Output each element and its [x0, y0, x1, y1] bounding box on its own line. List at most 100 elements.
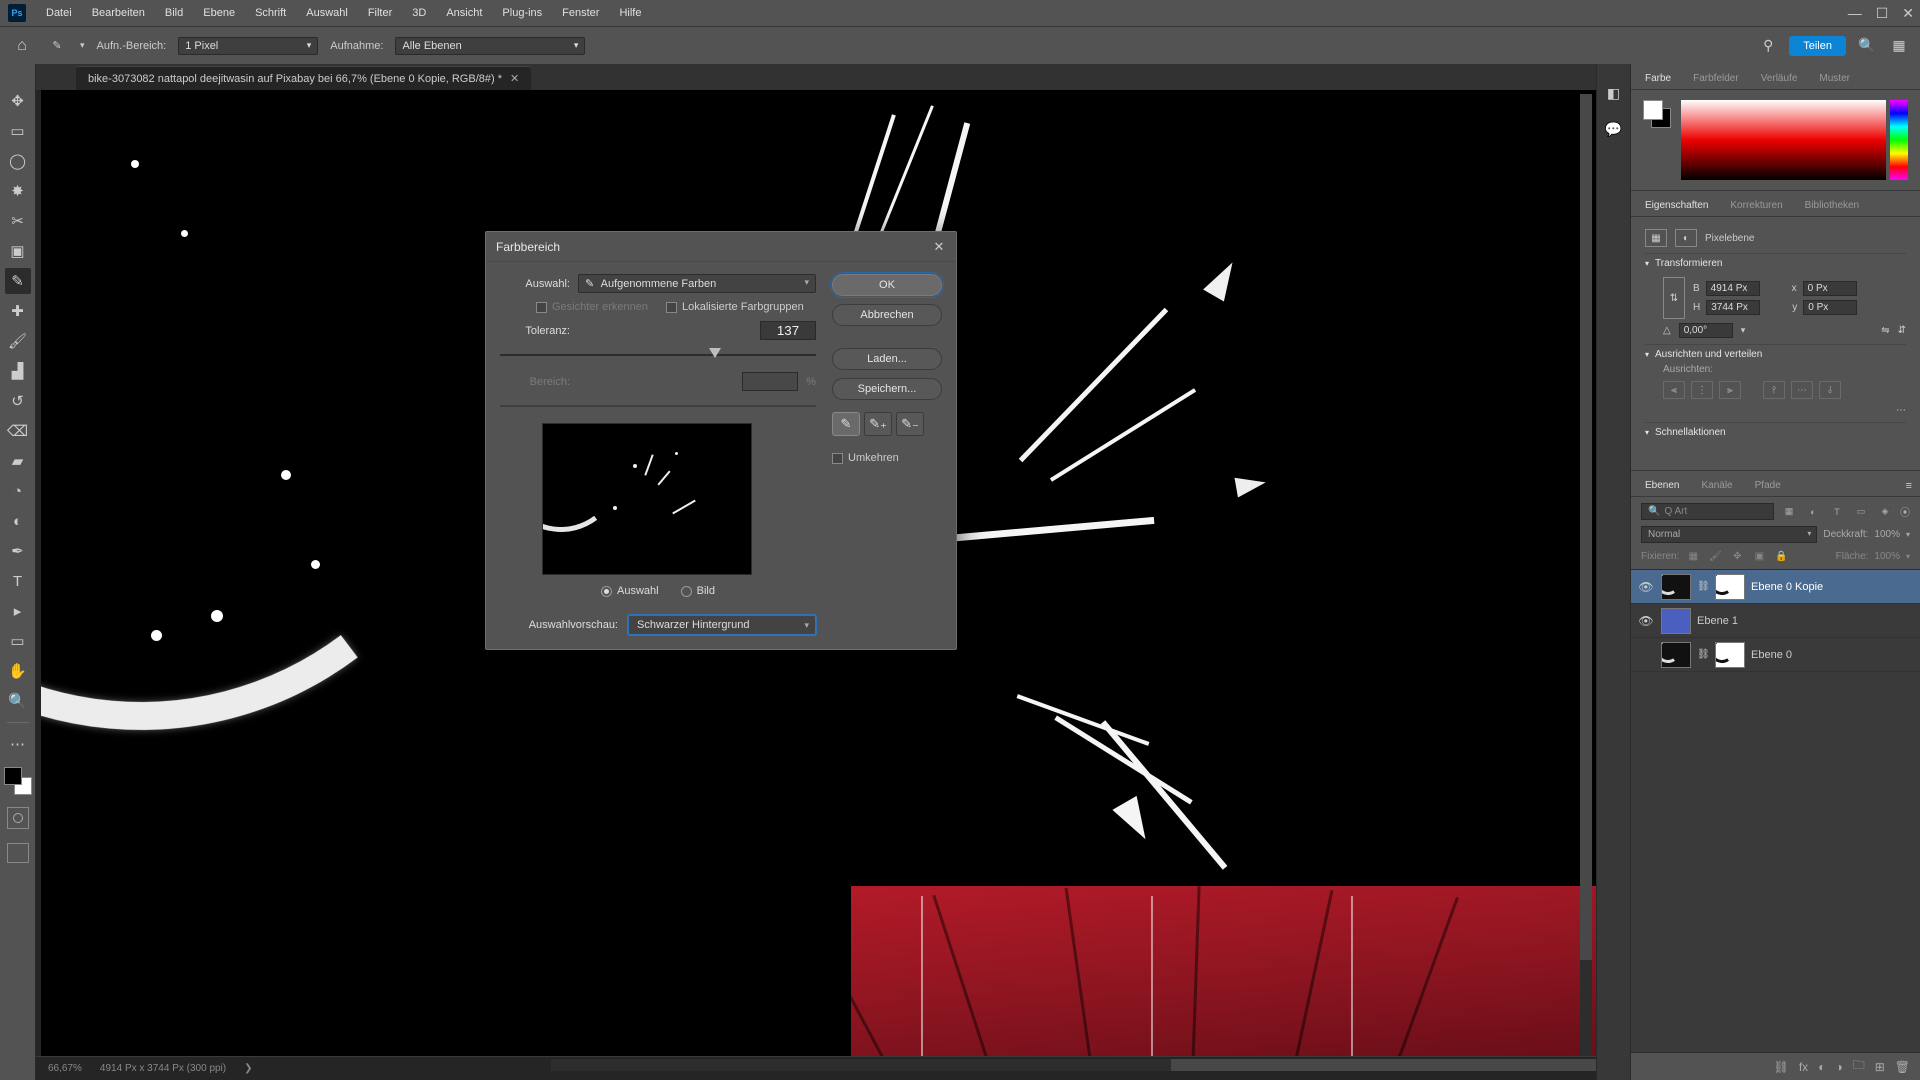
layer-mask-thumbnail[interactable] [1715, 642, 1745, 668]
link-wh-icon[interactable]: ⇅ [1663, 277, 1685, 319]
quick-select-tool-icon[interactable]: ✸ [5, 178, 31, 204]
sample-size-dropdown[interactable]: 1 Pixel [178, 37, 318, 55]
fuzziness-input[interactable] [760, 321, 816, 340]
height-input[interactable]: 3744 Px [1706, 300, 1760, 315]
marquee-tool-icon[interactable]: ▭ [5, 118, 31, 144]
lock-pixels-icon[interactable]: 🖌 [1707, 549, 1723, 563]
menu-filter[interactable]: Filter [360, 3, 400, 23]
localized-colors-checkbox[interactable]: Lokalisierte Farbgruppen [666, 301, 804, 313]
visibility-icon[interactable]: 👁 [1637, 614, 1655, 628]
select-dropdown[interactable]: ✎ Aufgenommene Farben [578, 274, 816, 293]
eyedropper-icon[interactable]: ✎ [832, 412, 860, 436]
align-section-header[interactable]: ▾ Ausrichten und verteilen [1645, 344, 1906, 364]
filter-adjust-icon[interactable]: ◐ [1804, 504, 1822, 520]
fill-dropdown-icon[interactable]: ▾ [1906, 552, 1910, 561]
panel-menu-icon[interactable]: ≡ [1898, 476, 1920, 496]
close-window-icon[interactable]: ✕ [1902, 5, 1914, 22]
cancel-button[interactable]: Abbrechen [832, 304, 942, 326]
filter-smart-icon[interactable]: ◈ [1876, 504, 1894, 520]
hand-tool-icon[interactable]: ✋ [5, 658, 31, 684]
filter-shape-icon[interactable]: ▭ [1852, 504, 1870, 520]
brush-tool-icon[interactable]: 🖌 [5, 328, 31, 354]
home-icon[interactable]: ⌂ [10, 34, 34, 58]
filter-toggle-icon[interactable]: ⦿ [1900, 504, 1910, 519]
foreground-color[interactable] [4, 767, 22, 785]
eraser-tool-icon[interactable]: ⌫ [5, 418, 31, 444]
invert-checkbox[interactable]: Umkehren [832, 452, 942, 464]
color-swatches[interactable] [1643, 100, 1671, 128]
collapsed-panel-icon-2[interactable]: 💬 [1603, 118, 1625, 140]
flip-horizontal-icon[interactable]: ⇋ [1881, 325, 1889, 336]
tab-kanaele[interactable]: Kanäle [1691, 475, 1742, 496]
eyedropper-subtract-icon[interactable]: ✎₋ [896, 412, 924, 436]
tab-ebenen[interactable]: Ebenen [1635, 475, 1689, 496]
new-layer-icon[interactable]: ⊞ [1875, 1060, 1885, 1074]
more-options-icon[interactable]: ⋯ [1896, 405, 1906, 416]
color-picker[interactable] [1681, 100, 1886, 180]
filter-type-icon[interactable]: T [1828, 504, 1846, 520]
fg-bg-color-swatch[interactable] [4, 767, 32, 795]
crop-tool-icon[interactable]: ✂ [5, 208, 31, 234]
menu-ansicht[interactable]: Ansicht [438, 3, 490, 23]
tab-verlaeufe[interactable]: Verläufe [1751, 68, 1808, 89]
x-input[interactable]: 0 Px [1803, 281, 1857, 296]
align-right-icon[interactable]: ⫸ [1719, 381, 1741, 399]
tab-korrekturen[interactable]: Korrekturen [1720, 195, 1792, 216]
preview-mode-dropdown[interactable]: Schwarzer Hintergrund [628, 615, 816, 635]
sample-layers-dropdown[interactable]: Alle Ebenen [395, 37, 585, 55]
menu-3d[interactable]: 3D [404, 3, 434, 23]
maximize-icon[interactable]: ☐ [1876, 5, 1889, 22]
align-top-icon[interactable]: ⫯ [1763, 381, 1785, 399]
link-layers-icon[interactable]: ⛓ [1774, 1060, 1789, 1074]
document-tab[interactable]: bike-3073082 nattapol deejitwasin auf Pi… [76, 66, 531, 90]
stamp-tool-icon[interactable]: ▟ [5, 358, 31, 384]
menu-hilfe[interactable]: Hilfe [611, 3, 649, 23]
dodge-tool-icon[interactable]: ◐ [5, 508, 31, 534]
type-tool-icon[interactable]: T [5, 568, 31, 594]
eyedropper-tool-icon[interactable]: ✎ [5, 268, 31, 294]
document-dimensions[interactable]: 4914 Px x 3744 Px (300 ppi) [100, 1063, 226, 1074]
tab-farbe[interactable]: Farbe [1635, 68, 1681, 89]
hue-slider[interactable] [1890, 100, 1908, 180]
layer-name[interactable]: Ebene 1 [1697, 615, 1738, 627]
layer-mask-link-icon[interactable]: ⛓ [1697, 581, 1709, 592]
minimize-icon[interactable]: — [1848, 5, 1862, 22]
layer-style-icon[interactable]: fx [1799, 1060, 1808, 1074]
align-center-h-icon[interactable]: ⋮ [1691, 381, 1713, 399]
angle-input[interactable]: 0,00° [1679, 323, 1733, 338]
screen-mode-icon[interactable] [7, 843, 29, 863]
dialog-close-icon[interactable]: ✕ [930, 238, 948, 256]
tab-farbfelder[interactable]: Farbfelder [1683, 68, 1749, 89]
menu-auswahl[interactable]: Auswahl [298, 3, 356, 23]
layer-mask-thumbnail[interactable] [1715, 574, 1745, 600]
close-tab-icon[interactable]: ✕ [510, 72, 519, 85]
align-left-icon[interactable]: ⫷ [1663, 381, 1685, 399]
opacity-value[interactable]: 100% [1874, 529, 1900, 540]
layer-mask-link-icon[interactable]: ⛓ [1697, 649, 1709, 660]
lock-transparency-icon[interactable]: ▦ [1685, 549, 1701, 563]
group-icon[interactable]: 🗀 [1853, 1056, 1865, 1077]
lock-artboard-icon[interactable]: ▣ [1751, 549, 1767, 563]
shape-tool-icon[interactable]: ▭ [5, 628, 31, 654]
opacity-dropdown-icon[interactable]: ▾ [1906, 530, 1910, 539]
lock-all-icon[interactable]: 🔒 [1773, 549, 1789, 563]
layer-row[interactable]: 👁 Ebene 1 [1631, 604, 1920, 638]
chevron-down-icon[interactable]: ▾ [80, 40, 85, 51]
layer-filter-dropdown[interactable]: 🔍Q Art [1641, 503, 1774, 520]
tab-pfade[interactable]: Pfade [1745, 475, 1791, 496]
menu-fenster[interactable]: Fenster [554, 3, 607, 23]
tab-bibliotheken[interactable]: Bibliotheken [1795, 195, 1869, 216]
path-select-tool-icon[interactable]: ▸ [5, 598, 31, 624]
collapsed-panel-icon-1[interactable]: ◧ [1603, 82, 1625, 104]
layer-thumbnail[interactable] [1661, 608, 1691, 634]
blur-tool-icon[interactable]: ◔ [5, 478, 31, 504]
menu-schrift[interactable]: Schrift [247, 3, 294, 23]
edit-toolbar-icon[interactable]: ⋯ [5, 731, 31, 757]
menu-bearbeiten[interactable]: Bearbeiten [84, 3, 153, 23]
adjustment-layer-icon[interactable]: ◑ [1835, 1060, 1842, 1074]
zoom-level[interactable]: 66,67% [48, 1063, 82, 1074]
blend-mode-dropdown[interactable]: Normal [1641, 526, 1817, 543]
workspace-icon[interactable]: ▦ [1888, 35, 1910, 57]
align-center-v-icon[interactable]: ⋯ [1791, 381, 1813, 399]
layer-thumbnail[interactable] [1661, 642, 1691, 668]
